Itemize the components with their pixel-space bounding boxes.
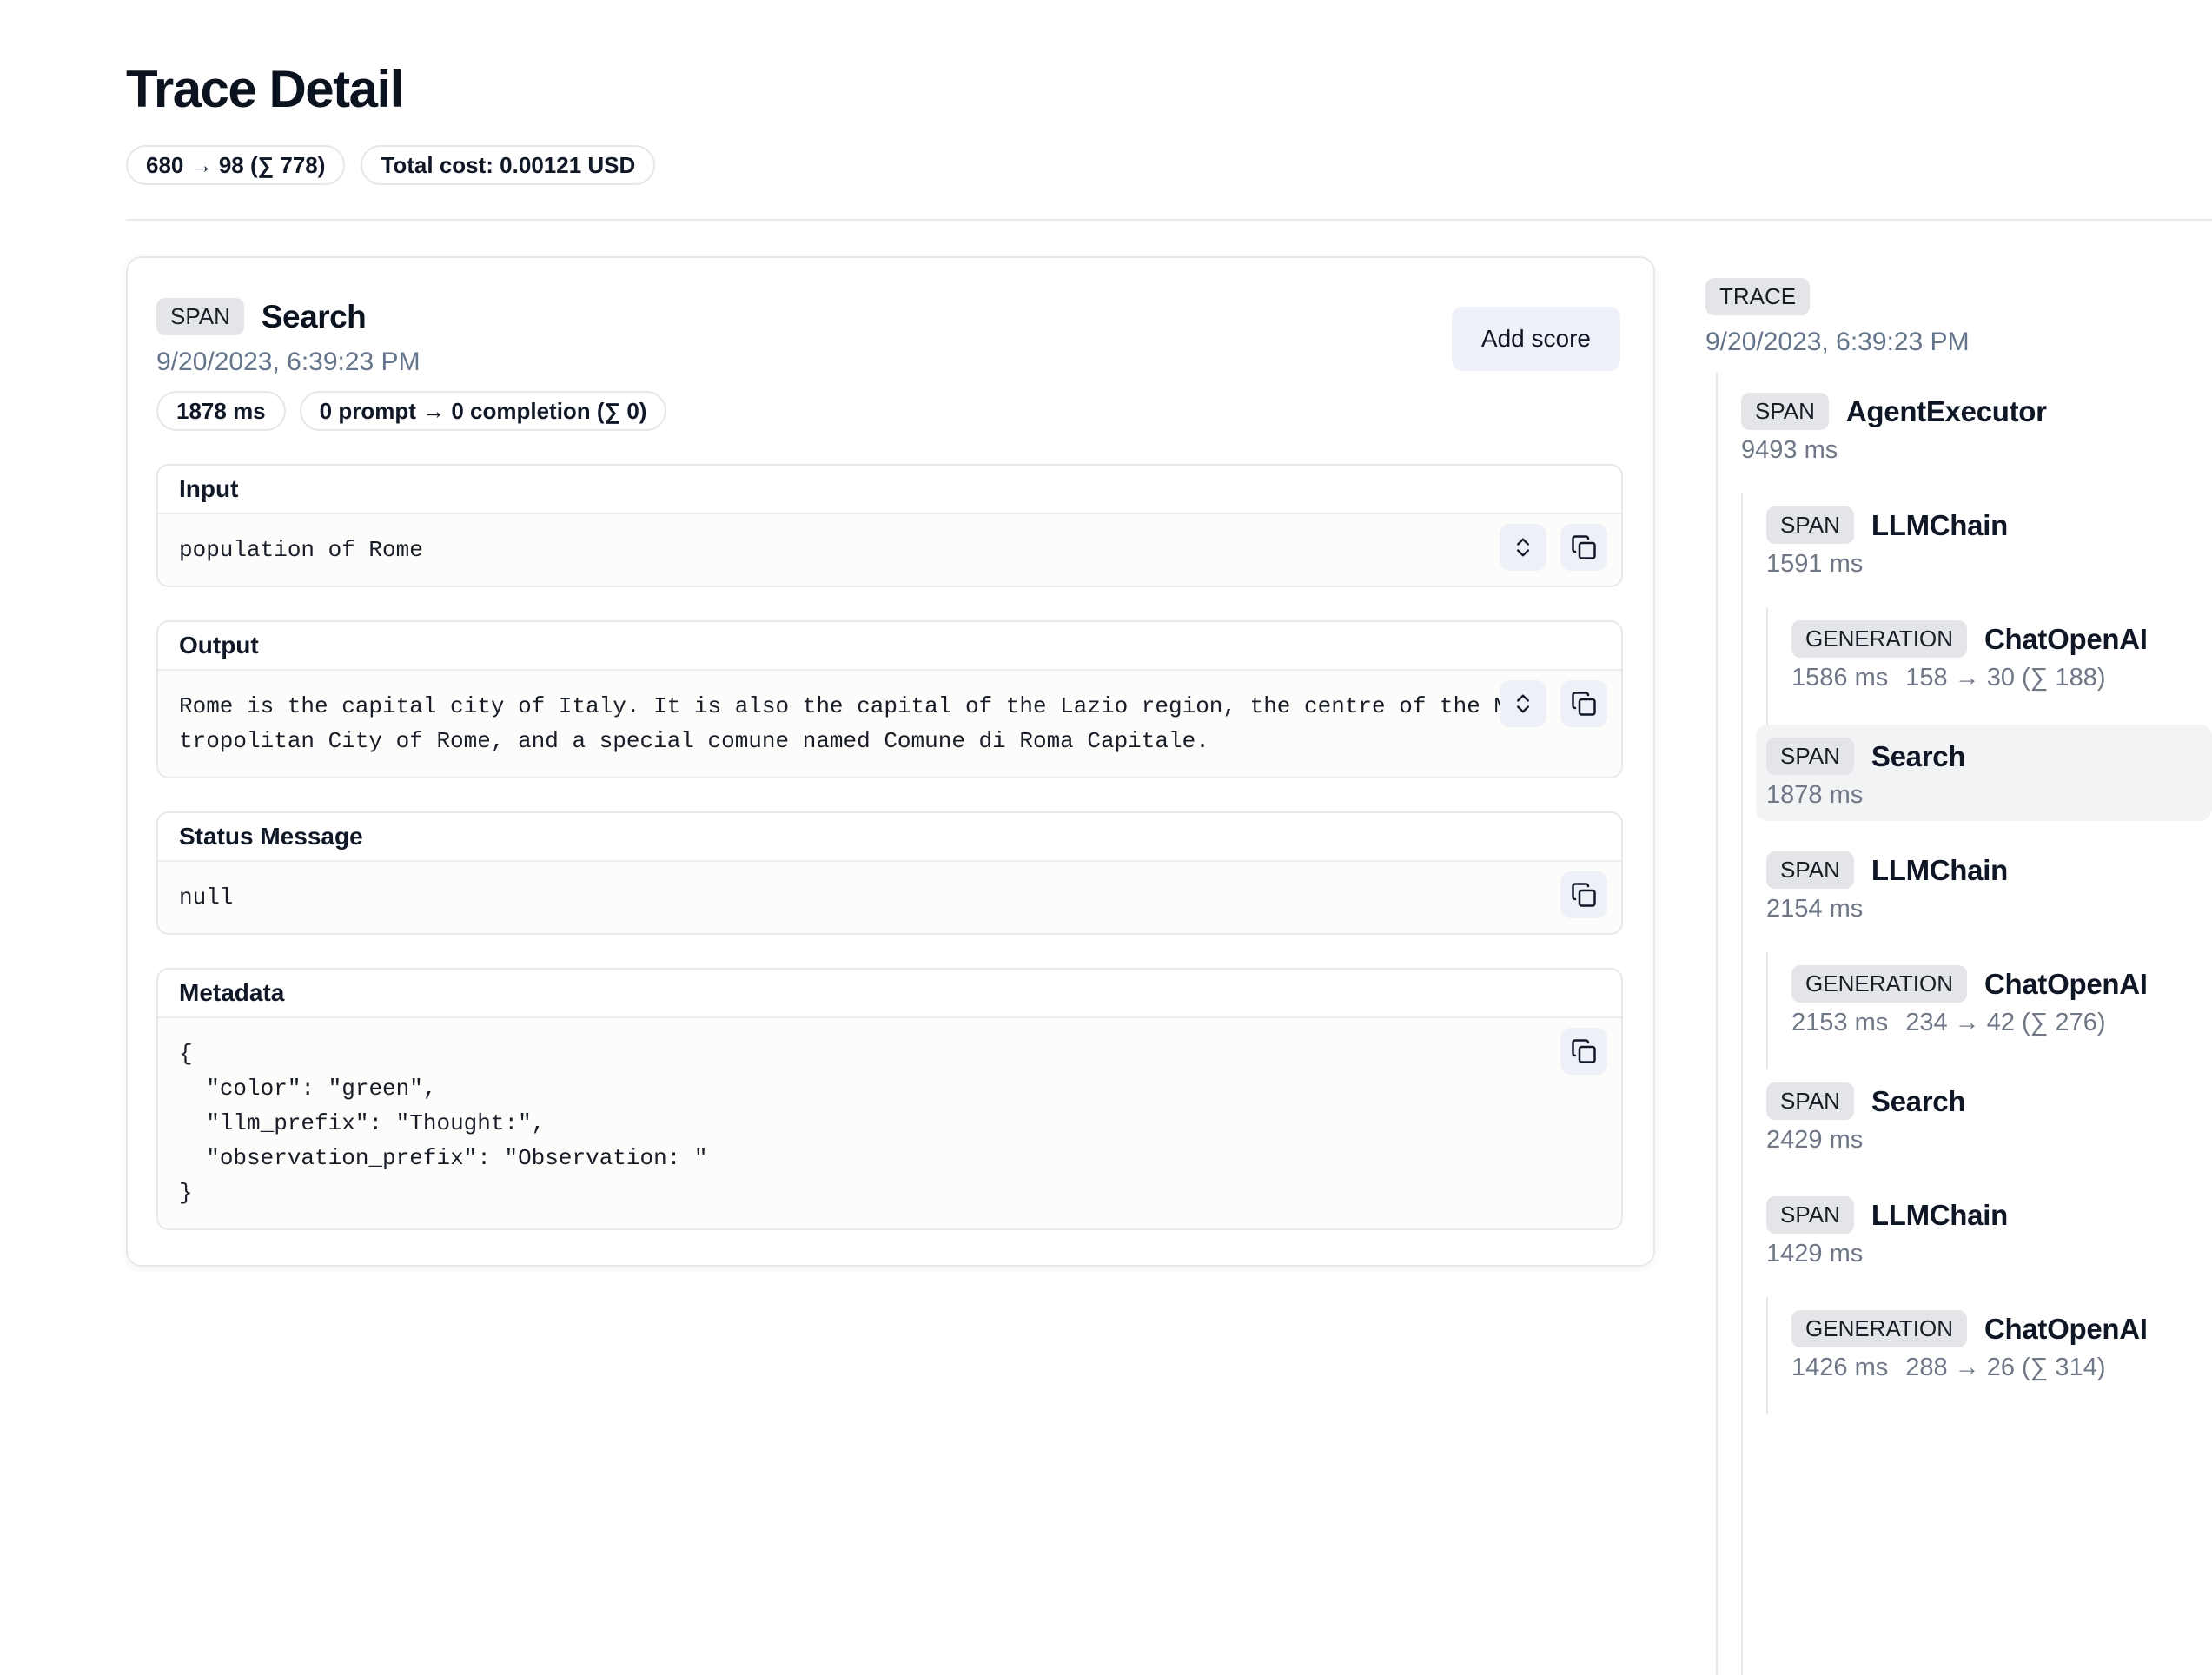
node-name: ChatOpenAI (1984, 1313, 2148, 1346)
chevrons-up-down-icon (1511, 535, 1535, 559)
input-content: population of Rome (179, 533, 1521, 567)
node-name: Search (1871, 1085, 1965, 1118)
generation-type-badge: GENERATION (1791, 620, 1967, 658)
trace-cost-badge: Total cost: 0.00121 USD (361, 145, 655, 185)
node-tokens: 288 → 26 (∑ 314) (1905, 1354, 2105, 1382)
node-name: Search (1871, 740, 1965, 773)
node-latency: 1591 ms (1766, 550, 1863, 579)
tree-children-root: SPAN AgentExecutor 9493 ms SPAN LLMChain… (1716, 373, 2212, 1675)
copy-button[interactable] (1560, 871, 1607, 918)
header-divider (126, 219, 2212, 221)
output-section-title: Output (158, 622, 1621, 671)
metadata-section-title: Metadata (158, 970, 1621, 1018)
node-name: ChatOpenAI (1984, 968, 2148, 1001)
status-content: null (179, 880, 1521, 915)
node-name: LLMChain (1871, 509, 2008, 542)
tree-children-agentexecutor: SPAN LLMChain 1591 ms GENERATION ChatOpe… (1741, 493, 2212, 1675)
copy-icon (1571, 534, 1597, 560)
node-tokens: 234 → 42 (∑ 276) (1905, 1009, 2105, 1037)
span-type-badge: SPAN (1766, 738, 1854, 775)
output-content: Rome is the capital city of Italy. It is… (179, 689, 1521, 758)
input-section-title: Input (158, 466, 1621, 514)
tree-node-llmchain-2[interactable]: SPAN LLMChain 2154 ms (1756, 838, 2212, 935)
expand-button[interactable] (1500, 524, 1546, 571)
trace-token-badge: 680 → 98 (∑ 778) (126, 145, 345, 185)
node-name: LLMChain (1871, 854, 2008, 887)
tree-children-llmchain-1: GENERATION ChatOpenAI 1586 ms 158 → 30 (… (1766, 607, 2212, 725)
copy-button[interactable] (1560, 524, 1607, 571)
tree-node-llmchain-1[interactable]: SPAN LLMChain 1591 ms (1756, 493, 2212, 590)
copy-icon (1571, 882, 1597, 908)
tree-node-agentexecutor[interactable]: SPAN AgentExecutor 9493 ms (1731, 380, 2212, 476)
metadata-section: Metadata { "color": "green", "llm_prefix… (156, 968, 1623, 1230)
node-latency: 2429 ms (1766, 1126, 1863, 1155)
tree-node-chatopenai-3[interactable]: GENERATION ChatOpenAI 1426 ms 288 → 26 (… (1781, 1297, 2212, 1394)
input-section: Input population of Rome (156, 464, 1623, 587)
node-tokens: 158 → 30 (∑ 188) (1905, 664, 2105, 692)
span-timestamp: 9/20/2023, 6:39:23 PM (156, 348, 1623, 377)
node-latency: 1429 ms (1766, 1240, 1863, 1268)
generation-type-badge: GENERATION (1791, 1310, 1967, 1347)
tree-node-search-2[interactable]: SPAN Search 2429 ms (1756, 1069, 2212, 1166)
node-latency: 1426 ms (1791, 1354, 1888, 1382)
output-section: Output Rome is the capital city of Italy… (156, 620, 1623, 778)
trace-type-badge[interactable]: TRACE (1705, 278, 1810, 315)
span-type-badge: SPAN (1766, 1196, 1854, 1234)
span-type-badge: SPAN (1766, 1082, 1854, 1120)
tree-node-llmchain-3[interactable]: SPAN LLMChain 1429 ms (1756, 1183, 2212, 1280)
copy-icon (1571, 691, 1597, 717)
span-usage-badge: 0 prompt → 0 completion (∑ 0) (300, 391, 667, 431)
trace-stats-row: 680 → 98 (∑ 778) Total cost: 0.00121 USD (126, 145, 655, 185)
status-message-section: Status Message null (156, 811, 1623, 935)
tree-children-llmchain-3: GENERATION ChatOpenAI 1426 ms 288 → 26 (… (1766, 1297, 2212, 1414)
tree-node-chatopenai-2[interactable]: GENERATION ChatOpenAI 2153 ms 234 → 42 (… (1781, 952, 2212, 1049)
status-section-title: Status Message (158, 813, 1621, 862)
node-latency: 9493 ms (1741, 436, 1838, 465)
node-latency: 1586 ms (1791, 664, 1888, 692)
span-detail-card: SPAN Search 9/20/2023, 6:39:23 PM 1878 m… (126, 256, 1655, 1267)
metadata-content: { "color": "green", "llm_prefix": "Thoug… (179, 1036, 1521, 1210)
span-detail-header: SPAN Search 9/20/2023, 6:39:23 PM 1878 m… (156, 298, 1623, 431)
copy-icon (1571, 1038, 1597, 1064)
copy-button[interactable] (1560, 1028, 1607, 1075)
span-title: Search (262, 299, 366, 335)
node-name: ChatOpenAI (1984, 623, 2148, 656)
span-type-badge: SPAN (1766, 851, 1854, 889)
node-latency: 2153 ms (1791, 1009, 1888, 1037)
tree-node-search-1-selected[interactable]: SPAN Search 1878 ms (1756, 725, 2212, 821)
span-type-badge: SPAN (1741, 393, 1829, 430)
span-type-badge: SPAN (1766, 506, 1854, 544)
node-latency: 2154 ms (1766, 895, 1863, 924)
page-title: Trace Detail (126, 59, 403, 119)
tree-node-chatopenai-1[interactable]: GENERATION ChatOpenAI 1586 ms 158 → 30 (… (1781, 607, 2212, 704)
copy-button[interactable] (1560, 680, 1607, 727)
node-name: AgentExecutor (1846, 395, 2047, 428)
trace-tree-panel: TRACE 9/20/2023, 6:39:23 PM SPAN AgentEx… (1705, 278, 2212, 1446)
trace-timestamp: 9/20/2023, 6:39:23 PM (1705, 328, 2212, 357)
tree-children-llmchain-2: GENERATION ChatOpenAI 2153 ms 234 → 42 (… (1766, 952, 2212, 1069)
span-type-badge: SPAN (156, 298, 244, 335)
span-latency-badge: 1878 ms (156, 391, 286, 431)
chevrons-up-down-icon (1511, 692, 1535, 716)
node-latency: 1878 ms (1766, 781, 1863, 810)
generation-type-badge: GENERATION (1791, 965, 1967, 1003)
node-name: LLMChain (1871, 1199, 2008, 1232)
add-score-button[interactable]: Add score (1452, 307, 1620, 371)
expand-button[interactable] (1500, 680, 1546, 727)
